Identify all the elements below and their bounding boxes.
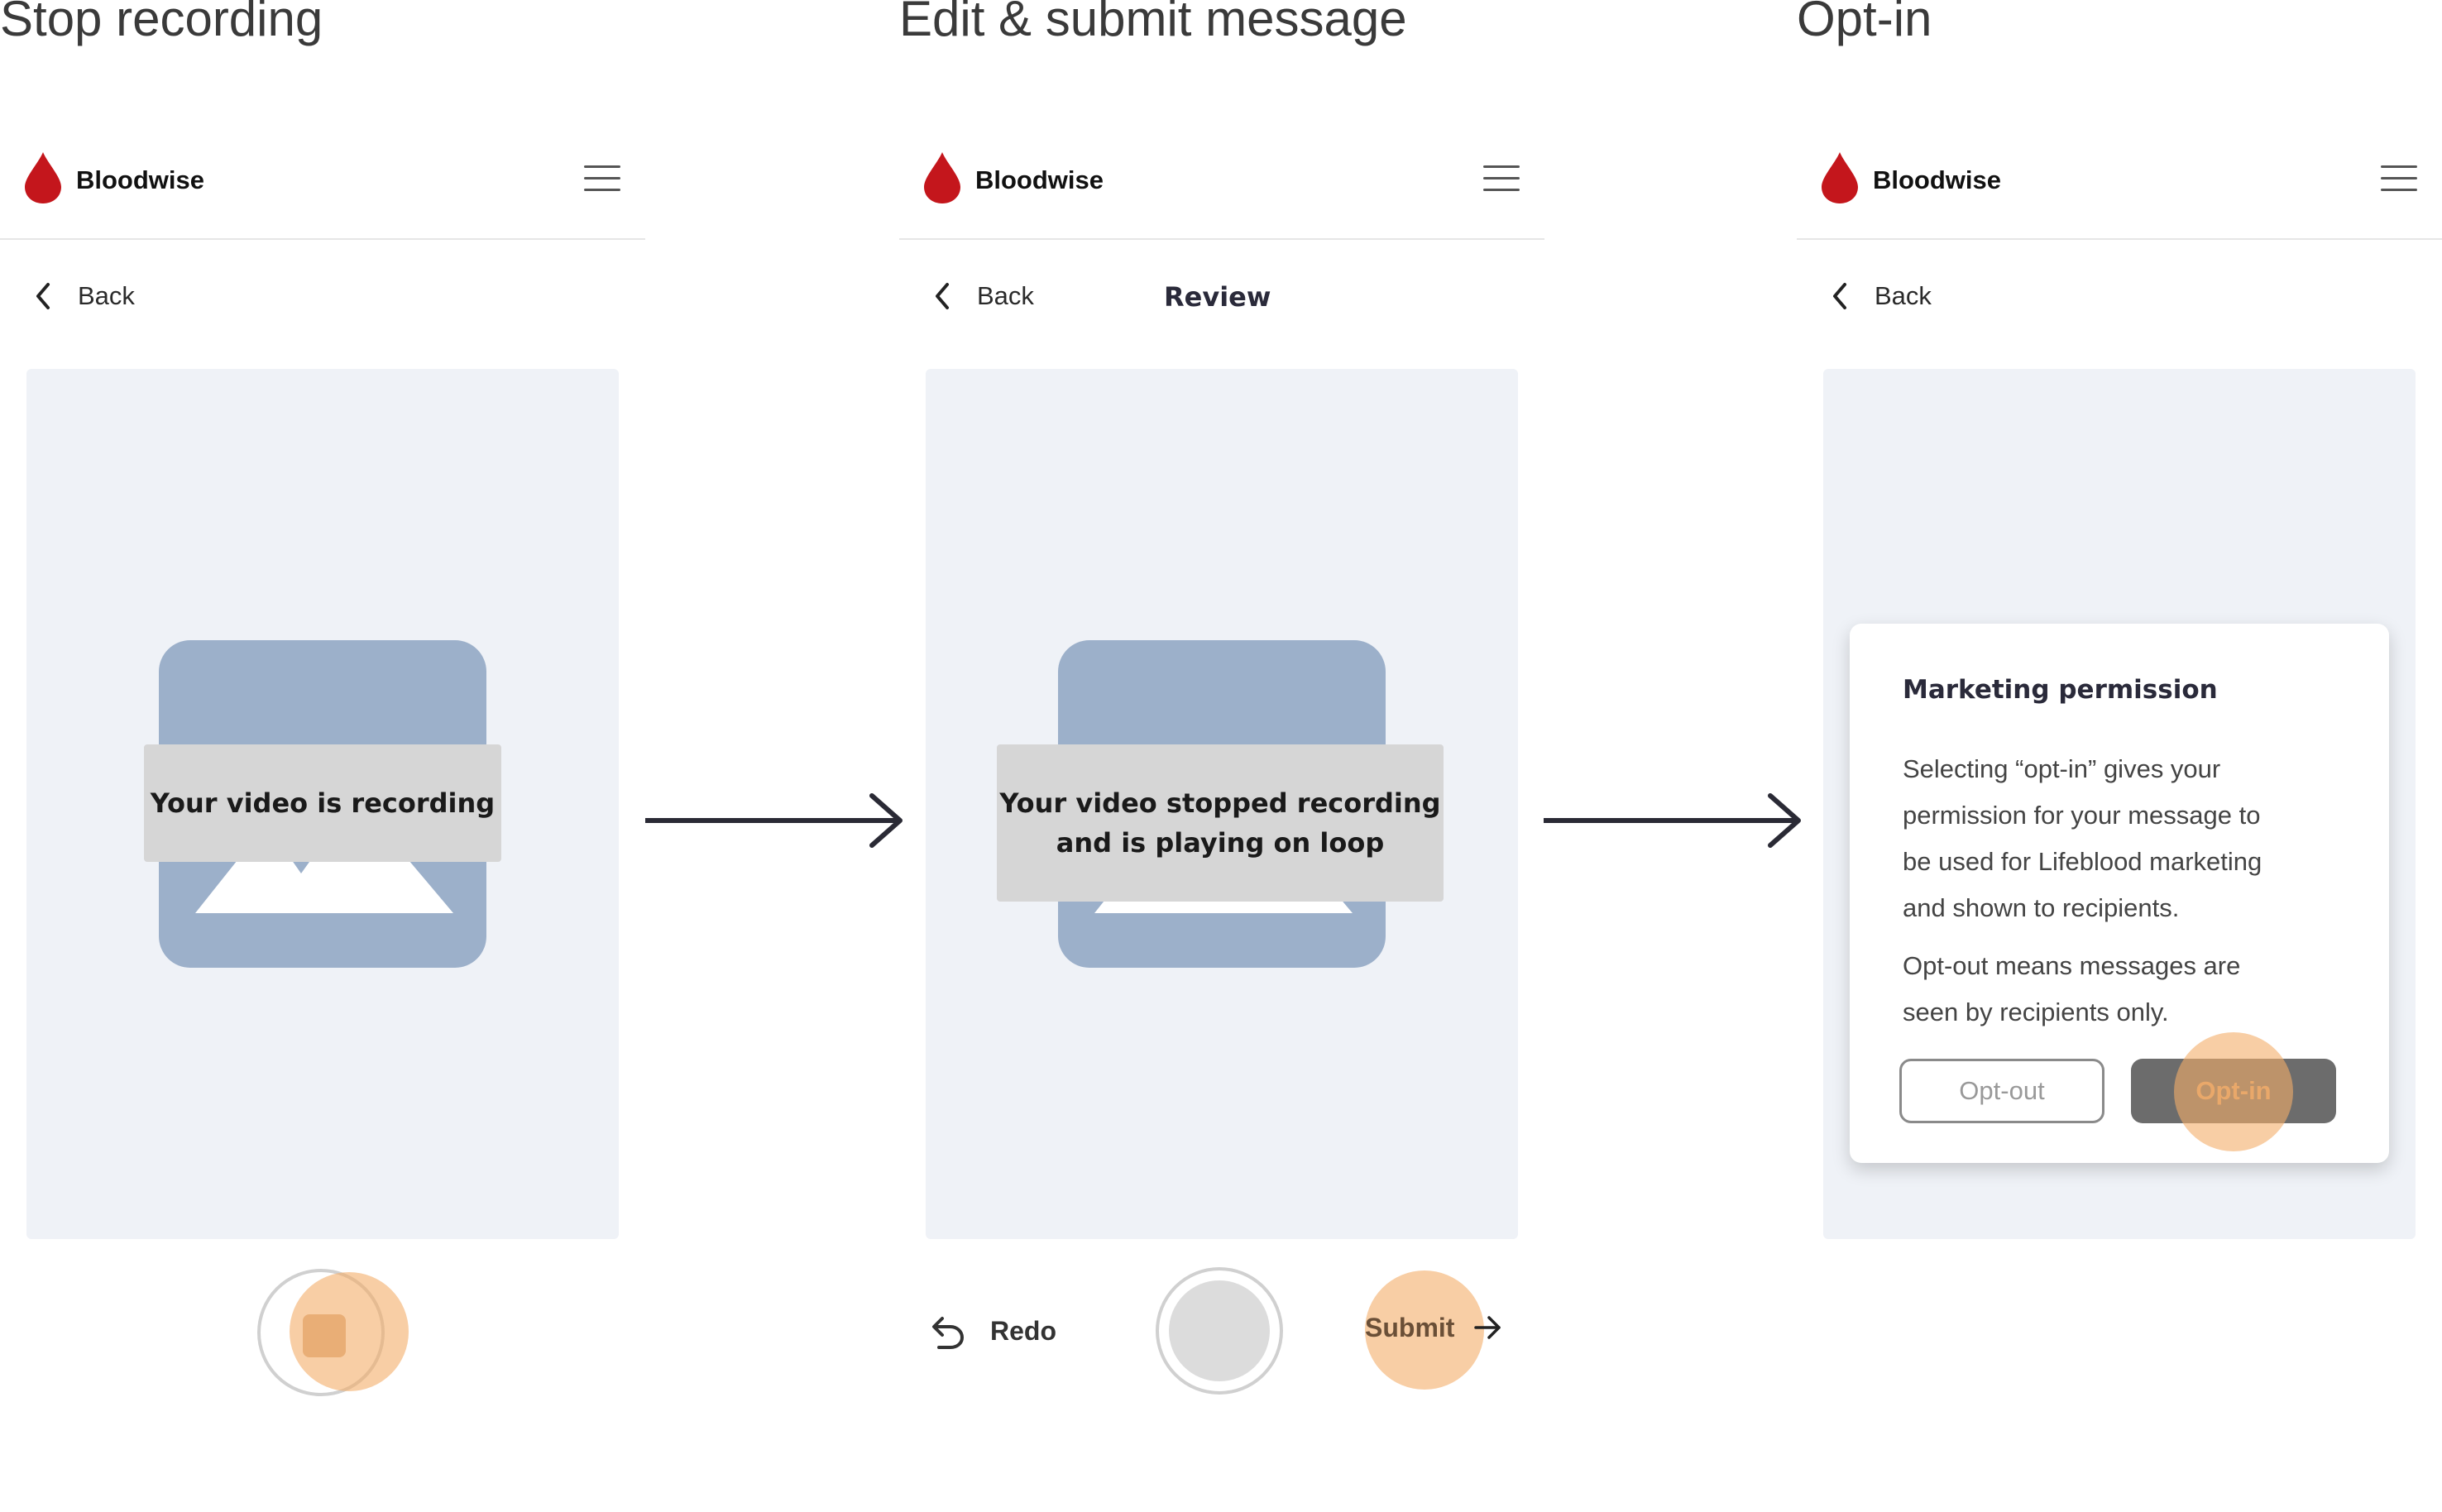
record-button-fill bbox=[1169, 1280, 1270, 1381]
chevron-left-icon bbox=[936, 283, 949, 309]
recording-controls bbox=[0, 1266, 645, 1406]
caption-line: and is playing on loop bbox=[1056, 827, 1385, 859]
recording-status-caption: Your video is recording bbox=[144, 744, 501, 862]
back-button[interactable]: Back bbox=[932, 278, 1034, 314]
blood-drop-icon bbox=[25, 152, 61, 203]
screen-stop-recording: Bloodwise Back Your video is recording bbox=[0, 0, 645, 1512]
dialog-text-opt-out: Opt-out means messages are seen by recip… bbox=[1903, 943, 2366, 1036]
video-preview: Marketing permission Selecting “opt-in” … bbox=[1823, 369, 2416, 1239]
submit-label: Submit bbox=[1365, 1312, 1455, 1342]
back-button[interactable]: Back bbox=[1830, 278, 1932, 314]
screen-review: Bloodwise Back Review Your video stopped… bbox=[899, 0, 1544, 1512]
app-header: Bloodwise bbox=[1797, 141, 2442, 240]
redo-button[interactable]: Redo bbox=[927, 1312, 1056, 1350]
record-button[interactable] bbox=[1156, 1267, 1283, 1395]
redo-label: Redo bbox=[990, 1315, 1056, 1346]
dialog-title: Marketing permission bbox=[1903, 675, 2218, 705]
brand-name: Bloodwise bbox=[1873, 165, 2002, 194]
hamburger-menu-icon[interactable] bbox=[584, 165, 620, 192]
dialog-text-opt-in: Selecting “opt-in” gives your permission… bbox=[1903, 746, 2366, 931]
text-line: Opt-out means messages are bbox=[1903, 951, 2241, 980]
submit-button[interactable]: Submit bbox=[1365, 1312, 1504, 1343]
back-label: Back bbox=[977, 281, 1034, 310]
brand-name: Bloodwise bbox=[975, 165, 1104, 194]
text-line: and shown to recipients. bbox=[1903, 893, 2180, 922]
blood-drop-icon bbox=[1822, 152, 1858, 203]
back-label: Back bbox=[78, 281, 135, 310]
blood-drop-icon bbox=[924, 152, 960, 203]
text-line: seen by recipients only. bbox=[1903, 998, 2169, 1026]
app-header: Bloodwise bbox=[899, 141, 1544, 240]
review-controls: Redo Submit bbox=[899, 1266, 1544, 1406]
playback-status-caption: Your video stopped recording and is play… bbox=[997, 744, 1444, 902]
back-label: Back bbox=[1875, 281, 1932, 310]
back-button[interactable]: Back bbox=[33, 278, 135, 314]
chevron-left-icon bbox=[36, 283, 50, 309]
tap-highlight bbox=[290, 1272, 409, 1391]
text-line: be used for Lifeblood marketing bbox=[1903, 847, 2262, 876]
long-arrow-right-icon bbox=[1544, 793, 1801, 848]
chevron-left-icon bbox=[1833, 283, 1846, 309]
text-line: permission for your message to bbox=[1903, 801, 2261, 830]
caption-line: Your video stopped recording bbox=[999, 787, 1441, 819]
screen-opt-in: Bloodwise Back Marketing permission Sele… bbox=[1797, 0, 2442, 1512]
tap-highlight bbox=[2174, 1032, 2293, 1151]
hamburger-menu-icon[interactable] bbox=[1483, 165, 1520, 192]
hamburger-menu-icon[interactable] bbox=[2381, 165, 2417, 192]
app-header: Bloodwise bbox=[0, 141, 645, 240]
screen-title: Review bbox=[1164, 281, 1271, 313]
undo-arrow-icon bbox=[932, 1317, 965, 1349]
video-preview: Your video is recording bbox=[26, 369, 619, 1239]
arrow-right-icon bbox=[1474, 1316, 1501, 1339]
brand-name: Bloodwise bbox=[76, 165, 205, 194]
marketing-permission-dialog: Marketing permission Selecting “opt-in” … bbox=[1850, 624, 2389, 1163]
long-arrow-right-icon bbox=[645, 793, 903, 848]
text-line: Selecting “opt-in” gives your bbox=[1903, 754, 2221, 783]
opt-out-button[interactable]: Opt-out bbox=[1899, 1059, 2104, 1123]
video-preview: Your video stopped recording and is play… bbox=[926, 369, 1518, 1239]
